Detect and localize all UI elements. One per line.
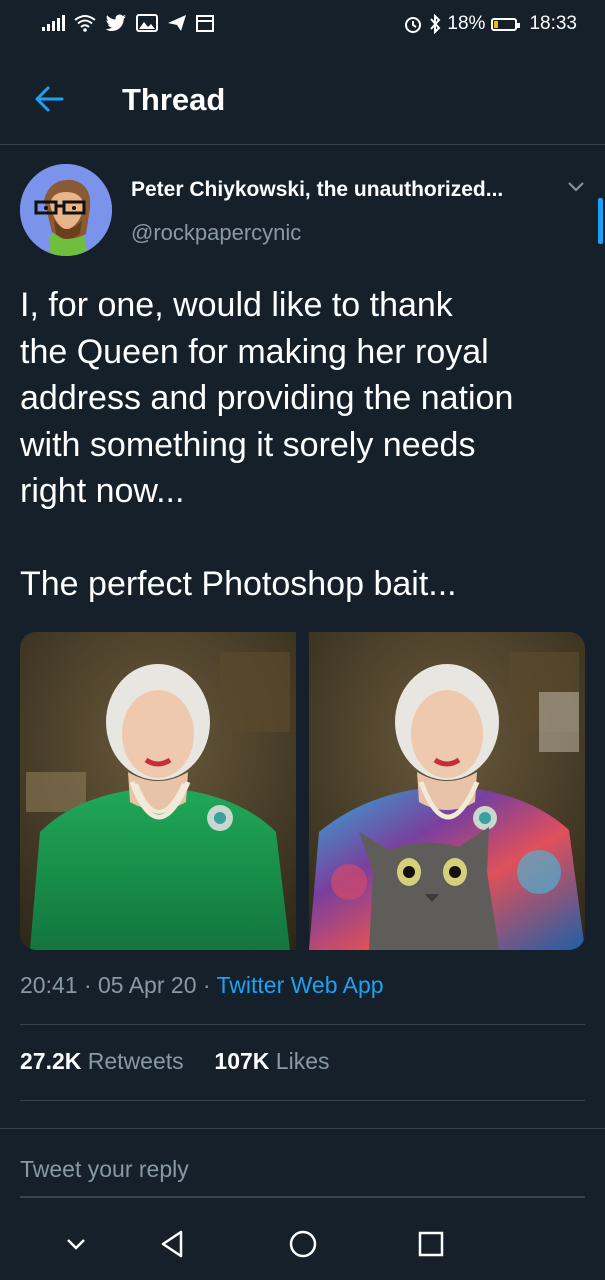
page-title: Thread xyxy=(122,82,226,117)
calendar-icon xyxy=(196,15,214,32)
home-circle-icon[interactable] xyxy=(285,1226,321,1262)
reply-input[interactable]: Tweet your reply xyxy=(20,1156,189,1183)
battery-icon xyxy=(491,17,521,31)
send-icon xyxy=(168,15,186,31)
chevron-down-icon[interactable] xyxy=(58,1226,94,1262)
author-name[interactable]: Peter Chiykowski, the unauthorized... xyxy=(131,178,503,202)
tweet-source-link[interactable]: Twitter Web App xyxy=(217,972,384,998)
likes-count: 107K xyxy=(214,1048,270,1074)
likes-label: Likes xyxy=(275,1048,330,1074)
wifi-icon xyxy=(74,15,96,32)
retweets-label: Retweets xyxy=(87,1048,184,1074)
twitter-bird-icon xyxy=(105,14,126,31)
status-bar: 18% 18:33 xyxy=(0,0,605,52)
tweet-image-photoshopped[interactable] xyxy=(309,632,585,950)
system-nav-bar xyxy=(0,1206,605,1280)
battery-percent: 18% xyxy=(447,13,486,34)
thread-header: Thread xyxy=(0,52,605,145)
tweet-date: 05 Apr 20 xyxy=(98,972,197,998)
tweet-timestamp: 20:41 · 05 Apr 20 · Twitter Web App xyxy=(20,972,384,999)
clock: 18:33 xyxy=(529,13,577,34)
status-left-icons xyxy=(42,14,214,32)
meta-separator: · xyxy=(83,972,99,998)
likes-stat[interactable]: 107K Likes xyxy=(214,1048,329,1074)
back-arrow-icon[interactable] xyxy=(32,82,66,116)
signal-icon xyxy=(42,15,65,31)
tweet-text: I, for one, would like to thank the Quee… xyxy=(20,286,514,603)
tweet-time: 20:41 xyxy=(20,972,78,998)
tweet-stats: 27.2K Retweets 107K Likes xyxy=(20,1048,330,1075)
retweets-stat[interactable]: 27.2K Retweets xyxy=(20,1048,184,1074)
retweets-count: 27.2K xyxy=(20,1048,82,1074)
tweet-image-original[interactable] xyxy=(20,632,296,950)
divider xyxy=(20,1100,585,1101)
meta-separator: · xyxy=(202,972,217,998)
reply-underline xyxy=(20,1196,585,1198)
back-triangle-icon[interactable] xyxy=(155,1226,191,1262)
gallery-icon xyxy=(136,14,158,32)
divider xyxy=(20,1024,585,1025)
author-handle[interactable]: @rockpapercynic xyxy=(131,220,301,246)
recents-square-icon[interactable] xyxy=(413,1226,449,1262)
bluetooth-icon xyxy=(430,14,441,34)
alarm-icon xyxy=(405,17,422,33)
avatar[interactable] xyxy=(20,164,112,256)
chevron-down-icon[interactable] xyxy=(566,180,586,194)
status-right-icons: 18% 18:33 xyxy=(403,13,577,35)
scrollbar[interactable] xyxy=(598,198,603,244)
